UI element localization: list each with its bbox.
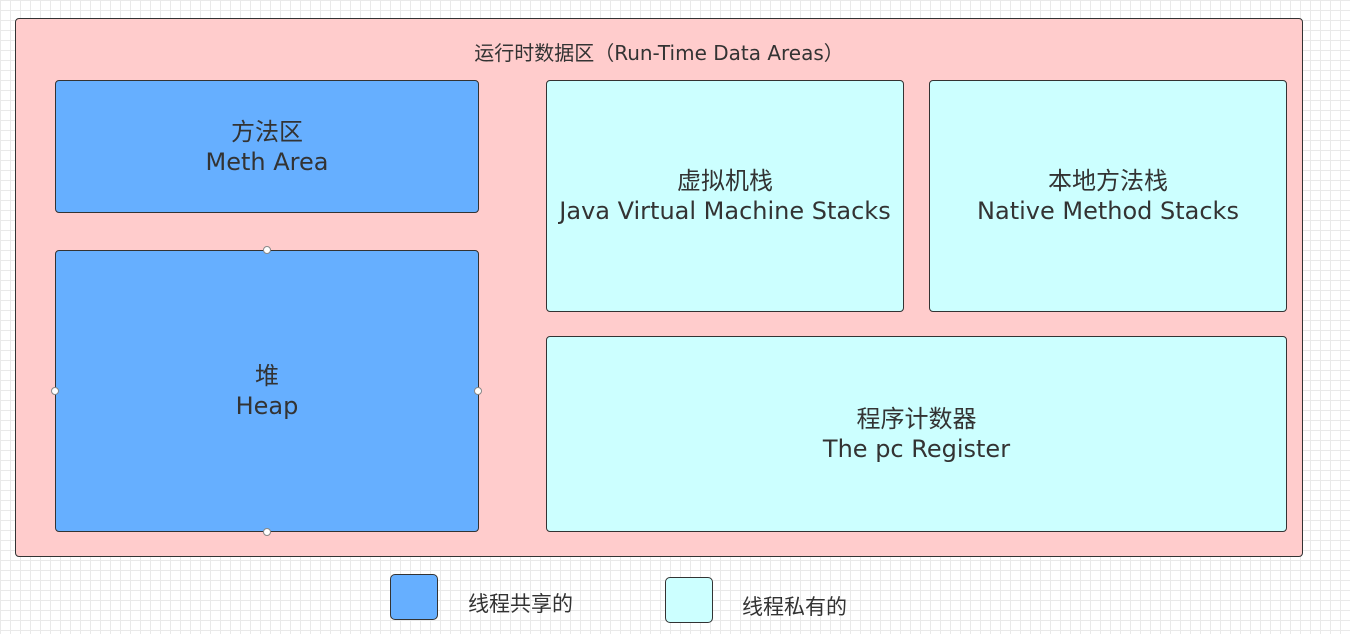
jvm-stacks-label-cn: 虚拟机栈 xyxy=(677,167,773,195)
method-area-label-en: Meth Area xyxy=(205,147,329,176)
jvm-stacks-label-en: Java Virtual Machine Stacks xyxy=(559,197,891,225)
heap-label-cn: 堆 xyxy=(255,362,279,390)
jvm-stacks-box[interactable]: 虚拟机栈 Java Virtual Machine Stacks xyxy=(546,80,904,312)
native-method-stacks-box[interactable]: 本地方法栈 Native Method Stacks xyxy=(929,80,1287,312)
heap-resize-handle-top[interactable] xyxy=(263,246,271,254)
legend-shared-label: 线程共享的 xyxy=(468,592,573,616)
method-area-box[interactable]: 方法区 Meth Area xyxy=(55,80,479,213)
pc-register-label-en: The pc Register xyxy=(822,435,1011,463)
native-stacks-label-en: Native Method Stacks xyxy=(977,197,1239,225)
heap-resize-handle-right[interactable] xyxy=(474,387,482,395)
heap-resize-handle-bottom[interactable] xyxy=(263,528,271,536)
pc-register-label-cn: 程序计数器 xyxy=(856,405,977,433)
heap-label-en: Heap xyxy=(235,392,299,420)
legend-private-swatch[interactable] xyxy=(665,577,713,623)
legend-private-label: 线程私有的 xyxy=(742,595,847,619)
pc-register-box[interactable]: 程序计数器 The pc Register xyxy=(546,336,1287,532)
heap-box[interactable]: 堆 Heap xyxy=(55,250,479,532)
method-area-label-cn: 方法区 xyxy=(231,117,303,146)
legend-shared-swatch[interactable] xyxy=(390,574,438,620)
heap-resize-handle-left[interactable] xyxy=(51,387,59,395)
native-stacks-label-cn: 本地方法栈 xyxy=(1048,167,1168,195)
runtime-data-areas-title: 运行时数据区（Run-Time Data Areas） xyxy=(474,41,844,65)
diagram-canvas: 运行时数据区（Run-Time Data Areas） 方法区 Meth Are… xyxy=(0,0,1350,634)
